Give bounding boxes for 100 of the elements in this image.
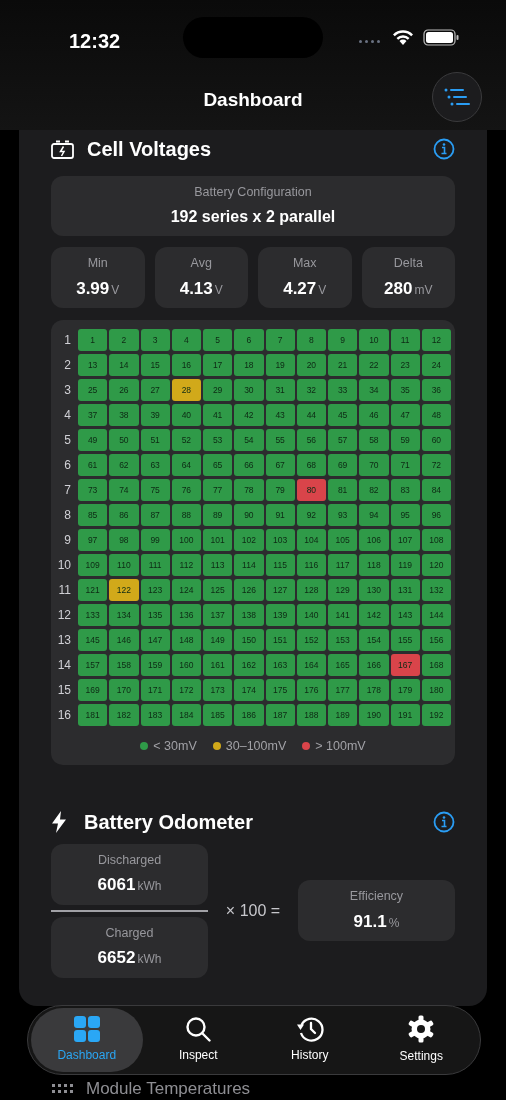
cell-tile: 49: [78, 429, 108, 451]
grid-icon: [73, 1016, 100, 1042]
cell-tile: 86: [109, 504, 139, 526]
cell-tile: 67: [265, 454, 295, 476]
cell-tile: 4: [171, 329, 201, 351]
cell-tile: 9: [328, 329, 358, 351]
cell-tile: 132: [421, 579, 451, 601]
cell-tile: 18: [234, 354, 264, 376]
cell-tile: 85: [78, 504, 108, 526]
row-number: 13: [56, 632, 72, 649]
cell-tile: 92: [296, 504, 326, 526]
section-title: Battery Odometer: [84, 809, 253, 835]
info-icon[interactable]: [433, 810, 455, 833]
cell-tile: 123: [140, 579, 170, 601]
stat-unit: V: [214, 281, 223, 299]
cell-tile: 163: [265, 654, 295, 676]
cell-tile: 140: [296, 604, 326, 626]
cell-tile: 50: [109, 429, 139, 451]
cell-tile: 84: [421, 479, 451, 501]
cell-tile: 99: [140, 529, 170, 551]
stat-label: Avg: [190, 254, 212, 272]
info-icon[interactable]: [433, 138, 455, 160]
stat-label: Delta: [393, 254, 423, 272]
cell-tile: 17: [203, 354, 233, 376]
cell-tile: 28: [171, 379, 201, 401]
cell-tile: 105: [328, 529, 358, 551]
cell-tile: 2: [109, 329, 139, 351]
tab[interactable]: Dashboard: [31, 1008, 143, 1072]
section-title: Cell Voltages: [87, 137, 212, 162]
cell-tile: 44: [296, 404, 326, 426]
cell-tile: 80: [296, 479, 326, 501]
tab[interactable]: Inspect: [142, 1008, 254, 1072]
cell-tile: 133: [78, 604, 108, 626]
tab[interactable]: Settings: [365, 1008, 477, 1072]
cell-tile: 14: [109, 354, 139, 376]
cell-tile: 36: [421, 379, 451, 401]
cell-tile: 126: [234, 579, 264, 601]
cell-tile: 66: [234, 454, 264, 476]
cell-tile: 88: [171, 504, 201, 526]
cell-tile: 58: [359, 429, 389, 451]
cell-tile: 39: [140, 404, 170, 426]
cell-tile: 141: [328, 604, 358, 626]
cell-tile: 131: [390, 579, 420, 601]
cell-tile: 104: [296, 529, 326, 551]
cell-tile: 176: [296, 679, 326, 701]
stat-value: 4.13: [179, 277, 213, 300]
battery-charging-icon: [51, 139, 74, 159]
tab[interactable]: History: [254, 1008, 366, 1072]
stat-value: 280: [384, 277, 413, 300]
metric-value: 6061: [97, 874, 136, 897]
cell-tile: 71: [390, 454, 420, 476]
menu-button[interactable]: [432, 72, 482, 122]
cell-tile: 83: [390, 479, 420, 501]
cell-tile: 90: [234, 504, 264, 526]
legend-label: 30–100mV: [225, 738, 287, 755]
stat-label: Max: [292, 254, 317, 272]
cell-tile: 153: [328, 629, 358, 651]
row-number: 5: [63, 432, 72, 449]
cell-tile: 102: [234, 529, 264, 551]
cell-tile: 103: [265, 529, 295, 551]
cell-tile: 185: [203, 704, 233, 726]
grid-dots-icon: [52, 1083, 74, 1093]
stat-unit: V: [318, 281, 327, 299]
cell-tile: 29: [203, 379, 233, 401]
cell-tile: 101: [203, 529, 233, 551]
cell-tile: 119: [390, 554, 420, 576]
row-number: 9: [63, 532, 72, 549]
cell-tile: 60: [421, 429, 451, 451]
row-number: 4: [63, 407, 72, 424]
cell-tile: 165: [328, 654, 358, 676]
cell-tile: 3: [140, 329, 170, 351]
metric-unit: kWh: [137, 878, 162, 896]
cell-tile: 192: [421, 704, 451, 726]
cell-tile: 24: [421, 354, 451, 376]
cell-tile: 168: [421, 654, 451, 676]
cell-tile: 128: [296, 579, 326, 601]
stat-unit: mV: [414, 281, 433, 299]
cell-tile: 106: [359, 529, 389, 551]
row-number: 6: [63, 457, 72, 474]
cell-tile: 121: [78, 579, 108, 601]
screen-title: Dashboard: [203, 88, 303, 112]
cell-tile: 61: [78, 454, 108, 476]
cell-tile: 145: [78, 629, 108, 651]
cell-tile: 20: [296, 354, 326, 376]
cell-tile: 40: [171, 404, 201, 426]
cell-tile: 166: [359, 654, 389, 676]
cell-tile: 170: [109, 679, 139, 701]
cell-tile: 186: [234, 704, 264, 726]
cell-tile: 138: [234, 604, 264, 626]
cell-tile: 81: [328, 479, 358, 501]
row-number: 8: [63, 507, 72, 524]
row-number: 2: [63, 357, 72, 374]
formula-operator: × 100 =: [224, 900, 282, 921]
cell-tile: 137: [203, 604, 233, 626]
cell-tile: 15: [140, 354, 170, 376]
cell-tile: 136: [171, 604, 201, 626]
cell-tile: 100: [171, 529, 201, 551]
metric-unit: kWh: [137, 951, 162, 969]
cell-tile: 151: [265, 629, 295, 651]
cell-tile: 76: [171, 479, 201, 501]
